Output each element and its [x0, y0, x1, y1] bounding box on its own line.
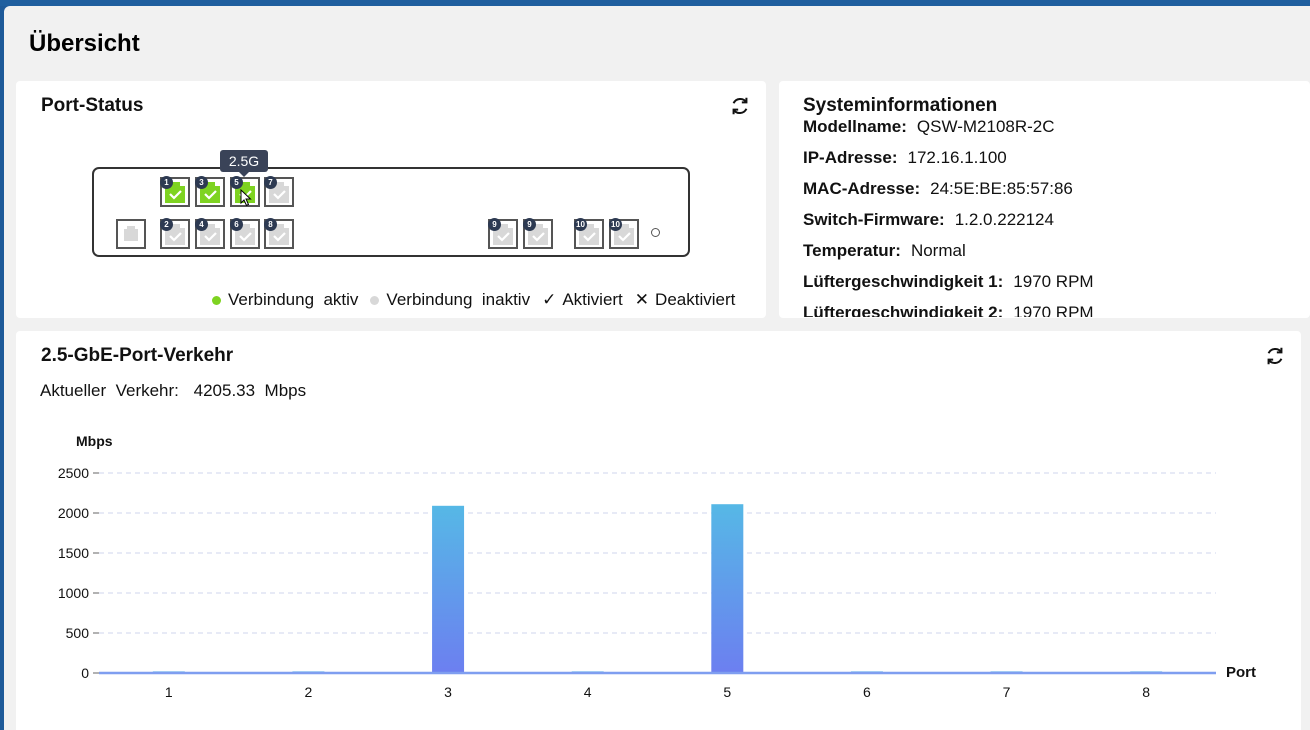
system-info-card: Systeminformationen Modellname: QSW-M2108…	[779, 81, 1310, 318]
port-6-bottom[interactable]: 6	[230, 218, 260, 249]
port-number-badge: 9	[488, 218, 501, 231]
x-tick-label: 6	[863, 684, 871, 700]
x-tick-label: 8	[1142, 684, 1150, 700]
port-speed-tooltip: 2.5G	[220, 150, 268, 177]
traffic-bar-chart: 0 500 1000 1500 2000 2500 1 2 3 4 5 6 7 8 Mbps Port	[58, 433, 1256, 700]
x-tick-label: 7	[1003, 684, 1011, 700]
app-window: Übersicht Port-Status 2.5G 1 3 5 7 2 4 6 8 9 9 10 1…	[4, 6, 1310, 730]
traffic-card: 2.5-GbE-Port-Verkehr Aktueller Verkehr: …	[16, 331, 1301, 730]
x-tick-label: 1	[165, 684, 173, 700]
active-dot-icon	[212, 295, 221, 305]
y-tick-label: 0	[81, 665, 89, 681]
x-tick-label: 5	[723, 684, 731, 700]
page-title: Übersicht	[29, 30, 140, 57]
mouse-cursor-icon	[240, 189, 252, 207]
system-info-value: QSW-M2108R-2C	[916, 117, 1055, 136]
system-info-value: 1.2.0.222124	[954, 210, 1054, 229]
y-tick-label: 2000	[58, 505, 89, 521]
refresh-icon	[732, 97, 748, 115]
port-10-sfp3[interactable]: 10	[609, 218, 639, 249]
system-info-row: IP-Adresse: 172.16.1.100	[803, 148, 1007, 168]
system-info-value: Normal	[910, 241, 966, 260]
y-tick-label: 2500	[58, 465, 89, 481]
system-info-row: Lüftergeschwindigkeit 1: 1970 RPM	[803, 272, 1094, 292]
legend-enabled-label: Aktiviert	[562, 290, 623, 309]
port-number-badge: 1	[160, 176, 173, 189]
port-8-bottom[interactable]: 8	[264, 218, 294, 249]
system-info-title: Systeminformationen	[803, 95, 998, 116]
cross-icon: ✕	[634, 290, 650, 309]
check-icon: ✓	[542, 290, 557, 309]
y-axis-title: Mbps	[76, 433, 113, 449]
system-info-label: Temperatur:	[803, 241, 901, 260]
port-2-bottom[interactable]: 2	[160, 218, 190, 249]
y-tick-label: 1000	[58, 585, 89, 601]
legend-link-inactive-label: Verbindung inaktiv	[386, 290, 531, 309]
system-info-label: Lüftergeschwindigkeit 2:	[803, 303, 1004, 317]
system-info-row: Switch-Firmware: 1.2.0.222124	[803, 210, 1054, 230]
inactive-dot-icon	[370, 295, 380, 305]
system-info-label: IP-Adresse:	[803, 148, 898, 167]
y-tick-label: 500	[66, 625, 90, 641]
port-1-top[interactable]: 1	[160, 176, 190, 207]
x-tick-label: 4	[584, 684, 592, 700]
bar-port-5[interactable]	[711, 504, 744, 673]
port-status-card: Port-Status 2.5G 1 3 5 7 2 4 6 8 9 9 10 10	[16, 81, 766, 318]
system-info-value: 1970 RPM	[1013, 303, 1094, 317]
port-10-sfp2[interactable]: 10	[574, 218, 604, 249]
status-led	[651, 228, 660, 237]
port-7-top[interactable]: 7	[264, 176, 294, 207]
y-tick-label: 1500	[58, 545, 89, 561]
port-number-badge: 2	[160, 218, 173, 231]
system-info-row: Lüftergeschwindigkeit 2: 1970 RPM	[803, 303, 1094, 317]
port-number-badge: 6	[230, 218, 243, 231]
system-info-row: Temperatur: Normal	[803, 241, 966, 261]
bar-port-3[interactable]	[432, 505, 465, 673]
system-info-label: Modellname:	[803, 117, 907, 136]
ethernet-port-icon	[124, 226, 138, 241]
system-info-label: Switch-Firmware:	[803, 210, 945, 229]
legend-link-inactive: Verbindung inaktiv	[370, 290, 530, 310]
port-number-badge: 3	[195, 176, 208, 189]
port-status-refresh-button[interactable]	[728, 94, 752, 118]
port-number-badge: 8	[264, 218, 277, 231]
port-status-legend: Verbindung aktiv Verbindung inaktiv ✓ Ak…	[212, 290, 747, 310]
legend-enabled: ✓ Aktiviert	[542, 290, 623, 310]
port-number-badge: 10	[609, 218, 622, 231]
port-4-bottom[interactable]: 4	[195, 218, 225, 249]
system-info-label: MAC-Adresse:	[803, 179, 921, 198]
legend-disabled: ✕ Deaktiviert	[635, 290, 736, 310]
system-info-value: 172.16.1.100	[907, 148, 1007, 167]
port-number-badge: 9	[523, 218, 536, 231]
port-9-sfp0[interactable]: 9	[488, 218, 518, 249]
port-number-badge: 5	[230, 176, 243, 189]
system-info-list: Modellname: QSW-M2108R-2C IP-Adresse: 172.1…	[779, 117, 1299, 317]
system-info-row: MAC-Adresse: 24:5E:BE:85:57:86	[803, 179, 1073, 199]
port-number-badge: 4	[195, 218, 208, 231]
port-3-top[interactable]: 3	[195, 176, 225, 207]
port-number-badge: 7	[264, 176, 277, 189]
port-number-badge: 10	[574, 218, 587, 231]
x-tick-label: 3	[444, 684, 452, 700]
system-info-row: Modellname: QSW-M2108R-2C	[803, 117, 1055, 137]
system-info-label: Lüftergeschwindigkeit 1:	[803, 272, 1004, 291]
port-9-sfp1[interactable]: 9	[523, 218, 553, 249]
console-port	[116, 219, 146, 249]
legend-disabled-label: Deaktiviert	[655, 290, 736, 309]
system-info-value: 1970 RPM	[1013, 272, 1094, 291]
legend-link-active: Verbindung aktiv	[212, 290, 358, 310]
legend-link-active-label: Verbindung aktiv	[228, 290, 359, 309]
system-info-value: 24:5E:BE:85:57:86	[930, 179, 1073, 198]
x-tick-label: 2	[305, 684, 313, 700]
x-axis-title: Port	[1226, 664, 1256, 681]
port-status-title: Port-Status	[41, 95, 144, 116]
